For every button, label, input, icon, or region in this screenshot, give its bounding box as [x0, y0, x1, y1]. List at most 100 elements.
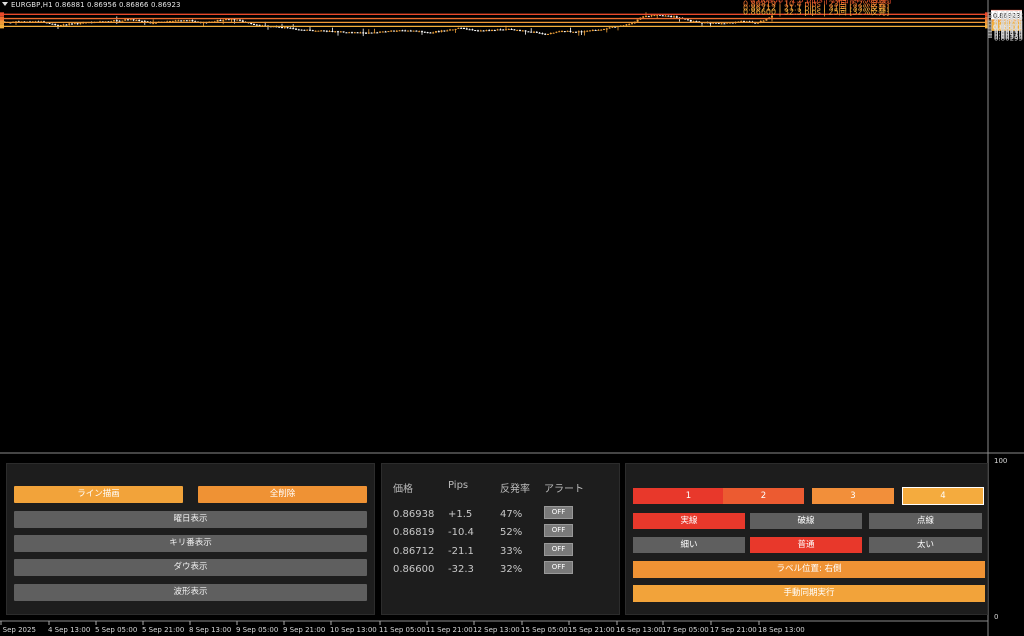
candle-body: [628, 24, 631, 26]
style-dotted-button[interactable]: 点線: [869, 513, 982, 529]
candle-body: [575, 31, 577, 33]
level-anchor-left[interactable]: [0, 20, 4, 25]
manual-sync-button[interactable]: 手動同期実行: [633, 585, 985, 602]
candle-body: [370, 32, 373, 34]
time-tick-label: 11 Sep 21:00: [426, 626, 473, 634]
candle-body: [477, 30, 479, 32]
display-options-panel: ライン描画 全削除 曜日表示 キリ番表示 ダウ表示 波形表示: [6, 463, 375, 615]
candle-body: [71, 23, 73, 25]
candle-body: [524, 30, 527, 32]
width-normal-button[interactable]: 普通: [750, 537, 862, 553]
candle-body: [384, 31, 387, 33]
candle-body: [561, 31, 563, 33]
candle-body: [544, 33, 547, 35]
width-thick-button[interactable]: 太い: [869, 537, 982, 553]
delete-all-button[interactable]: 全削除: [198, 486, 367, 503]
time-tick-label: 15 Sep 21:00: [568, 626, 615, 634]
candle-body: [395, 30, 398, 32]
candle-body: [762, 20, 765, 22]
candle-body: [253, 23, 255, 25]
candle-body: [569, 30, 572, 32]
candle-body: [381, 31, 384, 33]
wave-display-button[interactable]: 波形表示: [14, 584, 367, 601]
candle-body: [474, 30, 477, 32]
style-dashed-button[interactable]: 破線: [750, 513, 862, 529]
slot-2-button[interactable]: 2: [723, 488, 804, 504]
trading-terminal: 0.86938 | 1.5 pips | 14回 [47%反発]0.869380…: [0, 0, 1024, 636]
dow-display-button[interactable]: ダウ表示: [14, 559, 367, 576]
candle-body: [141, 20, 143, 22]
candle-body: [367, 32, 370, 34]
candle-body: [535, 31, 538, 33]
time-tick-label: 4 Sep 13:00: [48, 626, 90, 634]
symbol-label: EURGBP,H1 0.86881 0.86956 0.86866 0.8692…: [2, 1, 181, 9]
candle-body: [580, 31, 583, 33]
candle-body: [510, 28, 513, 30]
symbol-ohlc-text: EURGBP,H1 0.86881 0.86956 0.86866 0.8692…: [11, 1, 181, 9]
candle-body: [653, 15, 656, 17]
time-tick-label: 9 Sep 21:00: [283, 626, 325, 634]
dropdown-triangle-icon[interactable]: [2, 2, 8, 6]
col-header-price: 価格: [393, 484, 413, 495]
time-tick-label: 5 Sep 21:00: [142, 626, 184, 634]
candle-body: [527, 31, 530, 33]
indicator-scale-bottom: 0: [994, 613, 998, 621]
row-rate: 52%: [500, 527, 523, 538]
alert-toggle-button[interactable]: OFF: [544, 524, 573, 537]
candle-body: [558, 31, 561, 33]
candle-body: [642, 16, 645, 18]
candle-body: [351, 32, 353, 34]
candle-body: [687, 19, 689, 21]
weekday-display-button[interactable]: 曜日表示: [14, 511, 367, 528]
candle-body: [138, 20, 141, 22]
candle-body: [320, 30, 323, 32]
candle-body: [507, 28, 510, 30]
time-tick-label: 17 Sep 21:00: [710, 626, 757, 634]
level-anchor-left[interactable]: [0, 24, 4, 29]
width-thin-button[interactable]: 細い: [633, 537, 745, 553]
style-solid-button[interactable]: 実線: [633, 513, 745, 529]
level-anchor-left[interactable]: [0, 12, 4, 17]
round-number-display-button[interactable]: キリ番表示: [14, 535, 367, 552]
time-tick-label: 12 Sep 13:00: [473, 626, 520, 634]
candle-body: [68, 23, 71, 25]
candle-body: [289, 27, 292, 29]
candle-body: [300, 29, 303, 31]
candle-body: [765, 18, 768, 21]
alert-toggle-button[interactable]: OFF: [544, 506, 573, 519]
candle-body: [583, 31, 586, 33]
levels-table-panel: 価格 Pips 反発率 アラート 0.86938 +1.5 47% OFF 0.…: [381, 463, 620, 615]
candle-body: [415, 30, 418, 32]
candle-body: [73, 23, 76, 25]
candle-body: [603, 29, 605, 31]
candle-body: [191, 20, 194, 22]
label-position-button[interactable]: ラベル位置: 右側: [633, 561, 985, 578]
candle-body: [317, 30, 320, 32]
candle-body: [387, 31, 390, 33]
alert-toggle-button[interactable]: OFF: [544, 561, 573, 574]
slot-4-button[interactable]: 4: [902, 487, 984, 505]
line-settings-panel: 1 2 3 4 実線 破線 点線 細い 普通 太い ラベル位置: 右側 手動同期…: [625, 463, 988, 615]
candle-body: [505, 29, 507, 31]
candle-body: [174, 20, 177, 22]
candle-body: [463, 28, 465, 30]
candle-body: [331, 30, 334, 32]
candle-body: [185, 20, 188, 22]
candle-body: [152, 23, 155, 25]
candle-body: [379, 31, 381, 33]
alert-toggle-button[interactable]: OFF: [544, 543, 573, 556]
candle-body: [608, 27, 611, 29]
col-header-alert: アラート: [544, 484, 584, 495]
level-anchor-left[interactable]: [0, 16, 4, 21]
candle-body: [625, 24, 628, 26]
slot-3-button[interactable]: 3: [812, 488, 894, 504]
candle-body: [334, 31, 337, 33]
candle-body: [723, 23, 726, 25]
candle-body: [502, 29, 505, 31]
candle-body: [591, 29, 594, 31]
candle-body: [586, 30, 589, 32]
candle-body: [521, 30, 524, 32]
candle-body: [404, 30, 407, 32]
candle-body: [496, 29, 499, 31]
draw-lines-button[interactable]: ライン描画: [14, 486, 183, 503]
